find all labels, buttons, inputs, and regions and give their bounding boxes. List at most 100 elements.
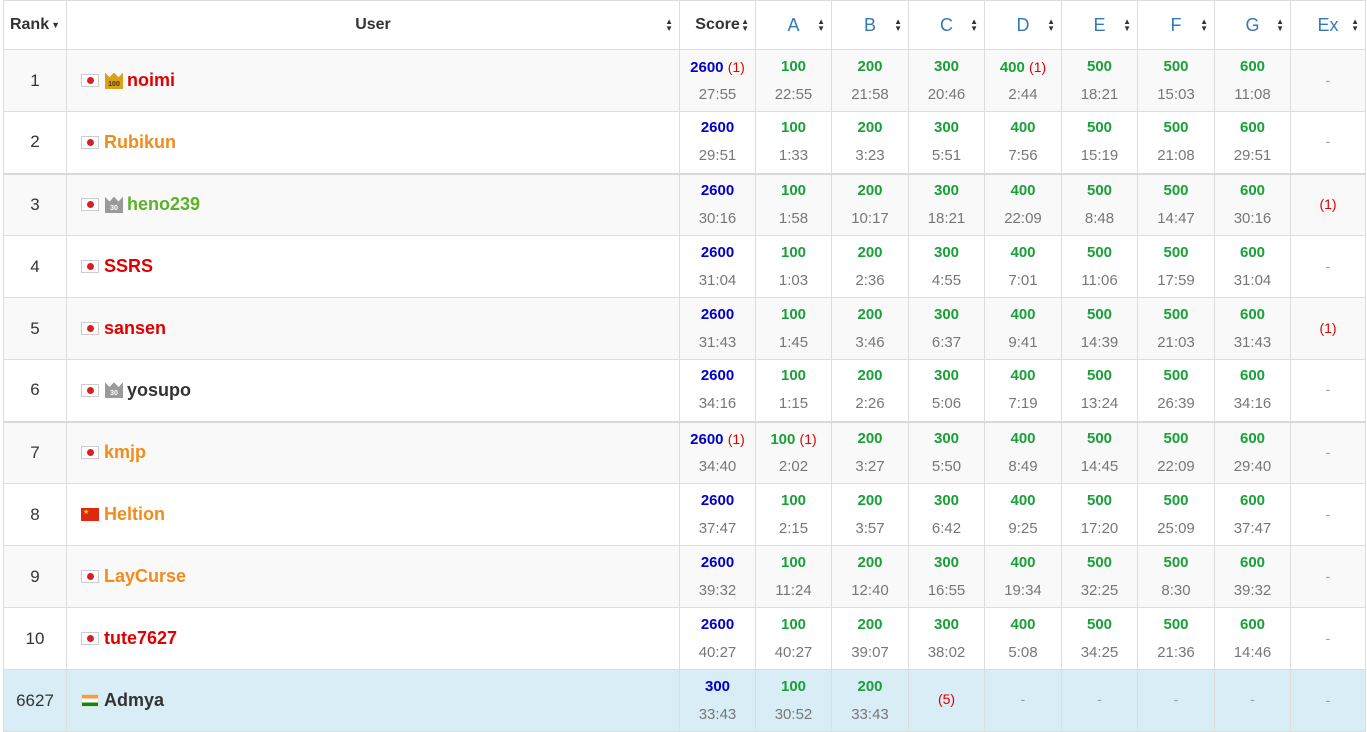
- rank-cell: 1: [3, 49, 67, 112]
- problem-points: 200: [857, 615, 883, 633]
- solve-time: 12:40: [851, 581, 889, 599]
- username-link[interactable]: Admya: [104, 690, 164, 710]
- problem-points: 100: [770, 430, 796, 448]
- crown-icon: 30: [104, 196, 124, 214]
- solve-time: 1:33: [778, 147, 809, 165]
- username-link[interactable]: yosupo: [127, 380, 191, 400]
- problem-points: 400: [1010, 491, 1036, 509]
- score-header[interactable]: Score ▲ ▼: [679, 0, 756, 50]
- no-submission: -: [1325, 567, 1331, 584]
- username-link[interactable]: Heltion: [104, 504, 165, 524]
- sort-icon: ▲ ▼: [1200, 17, 1208, 33]
- problem-header-c[interactable]: C ▲ ▼: [908, 0, 985, 50]
- solve-time: 1:03: [778, 271, 809, 289]
- problem-header-label: D: [1016, 14, 1030, 35]
- problem-points: 500: [1086, 367, 1113, 385]
- username-link[interactable]: heno239: [127, 194, 200, 214]
- problem-points: 300: [933, 429, 960, 447]
- username-link[interactable]: SSRS: [104, 256, 153, 276]
- problem-cell: 500 17:59: [1137, 235, 1215, 298]
- problem-cell: -: [1061, 669, 1138, 732]
- problem-points: 500: [1086, 243, 1113, 261]
- user-cell: 100 noimi: [66, 49, 680, 112]
- crown-icon: 30: [104, 381, 124, 399]
- user-cell: Rubikun: [66, 111, 680, 174]
- problem-cell: 300 20:46: [908, 49, 985, 112]
- problem-cell: 500 21:08: [1137, 111, 1215, 174]
- score-cell: 300 33:43: [679, 669, 756, 732]
- problem-cell: 100 1:58: [755, 172, 832, 236]
- username-link[interactable]: kmjp: [104, 442, 146, 462]
- problem-cell: 600 34:16: [1214, 359, 1291, 422]
- sort-icon: ▲ ▼: [1047, 17, 1055, 33]
- flag-jp-icon: [81, 198, 99, 212]
- problem-cell: 200 3:46: [831, 297, 909, 360]
- user-cell: LayCurse: [66, 545, 680, 608]
- problem-cell: 100 1:15: [755, 359, 832, 422]
- problem-points: 100: [780, 57, 807, 75]
- problem-header-d[interactable]: D ▲ ▼: [984, 0, 1062, 50]
- flag-jp-icon: [81, 135, 99, 149]
- rank-cell: 6627: [3, 669, 67, 732]
- total-score: 2600: [700, 553, 735, 571]
- solve-time: 22:09: [1004, 209, 1042, 227]
- problem-points: 100: [780, 615, 807, 633]
- problem-points: 200: [857, 243, 883, 261]
- problem-points: 600: [1239, 553, 1266, 571]
- problem-header-e[interactable]: E ▲ ▼: [1061, 0, 1138, 50]
- problem-cell: 300 5:51: [908, 111, 985, 174]
- username-link[interactable]: noimi: [127, 70, 175, 90]
- total-score: 2600: [690, 430, 724, 448]
- solve-time: 21:03: [1157, 333, 1195, 351]
- problem-points: 600: [1239, 491, 1266, 509]
- solve-time: 38:02: [927, 643, 966, 661]
- problem-points: 200: [857, 677, 883, 695]
- username-link[interactable]: Rubikun: [104, 132, 176, 152]
- wrong-attempts: (1): [1319, 195, 1337, 212]
- score-cell: 2600 30:16: [679, 172, 756, 236]
- problem-points: 500: [1163, 553, 1189, 571]
- problem-cell: 200 33:43: [831, 669, 909, 732]
- user-cell: Admya: [66, 669, 680, 732]
- problem-cell: 400 7:56: [984, 111, 1062, 174]
- rank-cell: 6: [3, 359, 67, 422]
- no-submission: -: [1325, 133, 1331, 150]
- solve-time: 11:08: [1234, 85, 1271, 103]
- problem-points: 200: [857, 119, 883, 137]
- user-header[interactable]: User ▲ ▼: [66, 0, 680, 50]
- problem-cell: 500 14:39: [1061, 297, 1138, 360]
- problem-header-a[interactable]: A ▲ ▼: [755, 0, 832, 50]
- username-link[interactable]: sansen: [104, 318, 166, 338]
- problem-cell: 200 2:36: [831, 235, 909, 298]
- problem-cell: 200 10:17: [831, 172, 909, 236]
- problem-header-g[interactable]: G ▲ ▼: [1214, 0, 1291, 50]
- problem-cell: 100 30:52: [755, 669, 832, 732]
- solve-time: 18:21: [927, 209, 966, 227]
- user-cell: tute7627: [66, 607, 680, 670]
- rank-cell: 3: [3, 172, 67, 236]
- problem-cell: 200 2:26: [831, 359, 909, 422]
- total-time: 39:32: [698, 581, 737, 599]
- problem-points: 400: [1010, 615, 1036, 633]
- problem-cell: 600 29:51: [1214, 111, 1291, 174]
- solve-time: 17:59: [1157, 271, 1195, 289]
- total-time: 27:55: [698, 85, 737, 103]
- problem-header-f[interactable]: F ▲ ▼: [1137, 0, 1215, 50]
- problem-points: 500: [1163, 491, 1189, 509]
- solve-time: 21:08: [1157, 147, 1195, 165]
- score-cell: 2600 (1) 34:40: [679, 420, 756, 484]
- table-row: 2 Rubikun 2600 29:51 100 1:33 200 3:23 300 5:51 40…: [3, 111, 1366, 174]
- total-time: 37:47: [698, 519, 737, 537]
- solve-time: 3:23: [855, 147, 885, 165]
- problem-header-ex[interactable]: Ex ▲ ▼: [1290, 0, 1366, 50]
- total-score: 2600: [700, 181, 735, 199]
- rank-header[interactable]: Rank ▼: [3, 0, 67, 50]
- username-link[interactable]: LayCurse: [104, 566, 186, 586]
- username-link[interactable]: tute7627: [104, 628, 177, 648]
- problem-points: 200: [857, 491, 883, 509]
- table-row: 1 100 noimi 2600 (1) 27:55 100 22:55 200 21:58 30…: [3, 49, 1366, 112]
- no-submission: -: [1173, 691, 1179, 708]
- problem-header-b[interactable]: B ▲ ▼: [831, 0, 909, 50]
- problem-header-label: C: [940, 14, 953, 35]
- problem-cell-ex: -: [1290, 49, 1366, 112]
